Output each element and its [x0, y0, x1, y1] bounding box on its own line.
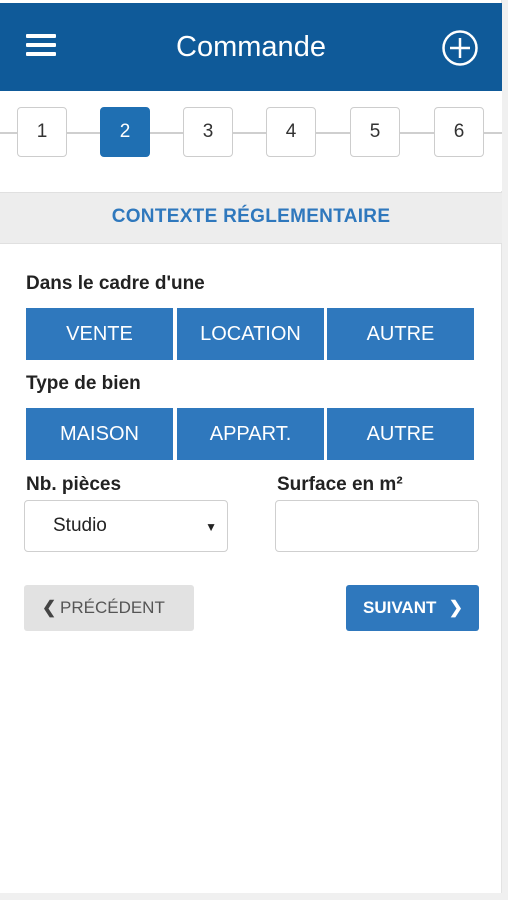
- option-maison-button[interactable]: MAISON: [26, 408, 173, 460]
- option-vente-button[interactable]: VENTE: [26, 308, 173, 360]
- option-autre-transaction-button[interactable]: AUTRE: [327, 308, 474, 360]
- step-2-active[interactable]: 2: [100, 107, 150, 157]
- previous-button[interactable]: ❮ PRÉCÉDENT: [24, 585, 194, 631]
- section-title: CONTEXTE RÉGLEMENTAIRE: [111, 206, 391, 227]
- chevron-left-icon: ❮: [42, 598, 57, 617]
- next-button-label: SUIVANT: [363, 598, 437, 617]
- page-title: Commande: [176, 31, 326, 63]
- page-edge-right: [502, 0, 508, 900]
- step-6[interactable]: 6: [434, 107, 484, 157]
- next-button[interactable]: SUIVANT ❯: [346, 585, 479, 631]
- option-autre-property-button[interactable]: AUTRE: [327, 408, 474, 460]
- dropdown-caret-icon: ▼: [205, 520, 217, 534]
- step-5[interactable]: 5: [350, 107, 400, 157]
- app-frame: Commande 1 2 3 4 5 6 CONTEXTE RÉGLEMENTA…: [0, 0, 502, 893]
- surface-label: Surface en m²: [277, 474, 403, 495]
- property-type-options: MAISON APPART. AUTRE: [26, 408, 474, 460]
- step-progress: 1 2 3 4 5 6: [0, 91, 502, 191]
- chevron-right-icon: ❯: [448, 598, 463, 617]
- surface-input[interactable]: [275, 500, 479, 552]
- rooms-label: Nb. pièces: [26, 474, 122, 495]
- rooms-select[interactable]: Studio ▼: [24, 500, 228, 552]
- step-1[interactable]: 1: [17, 107, 67, 157]
- transaction-type-label: Dans le cadre d'une: [26, 273, 205, 294]
- app-header: Commande: [0, 3, 502, 91]
- previous-button-label: PRÉCÉDENT: [60, 598, 165, 617]
- section-header: CONTEXTE RÉGLEMENTAIRE: [0, 192, 502, 244]
- step-4[interactable]: 4: [266, 107, 316, 157]
- page-edge-bottom: [0, 893, 508, 900]
- rooms-select-value: Studio: [53, 515, 107, 536]
- step-3[interactable]: 3: [183, 107, 233, 157]
- step-connector-line: [0, 132, 502, 134]
- option-location-button[interactable]: LOCATION: [177, 308, 324, 360]
- option-appartement-button[interactable]: APPART.: [177, 408, 324, 460]
- plus-circle-icon[interactable]: [441, 29, 479, 67]
- property-type-label: Type de bien: [26, 373, 141, 394]
- transaction-type-options: VENTE LOCATION AUTRE: [26, 308, 474, 360]
